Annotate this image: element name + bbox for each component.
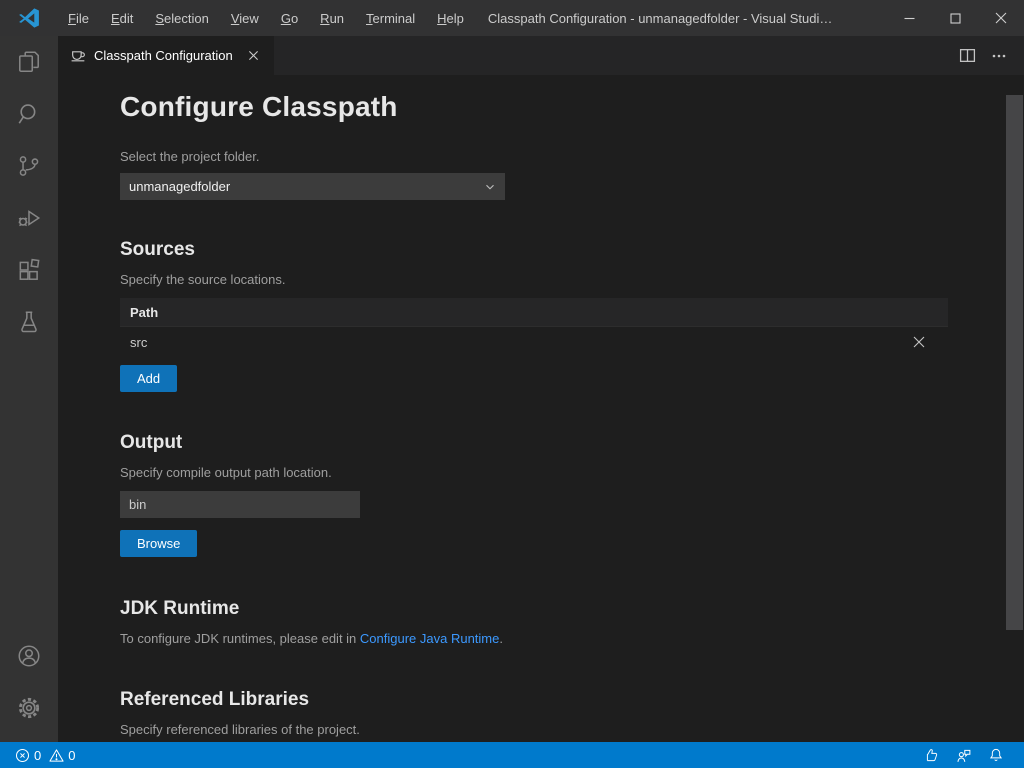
sources-description: Specify the source locations. (120, 272, 990, 287)
jdk-text-after: . (499, 631, 503, 646)
page-title: Configure Classpath (120, 91, 990, 123)
account-icon[interactable] (0, 630, 58, 682)
menu-go[interactable]: Go (271, 7, 308, 30)
menu-selection[interactable]: Selection (145, 7, 218, 30)
errors-count: 0 (34, 748, 41, 763)
jdk-runtime-heading: JDK Runtime (120, 597, 990, 621)
scrollbar-slider[interactable] (1006, 95, 1023, 630)
feedback-thumbsup-icon[interactable] (915, 742, 947, 768)
project-folder-dropdown[interactable]: unmanagedfolder (120, 173, 505, 200)
configure-java-runtime-link[interactable]: Configure Java Runtime (360, 631, 499, 646)
referenced-libraries-description: Specify referenced libraries of the proj… (120, 722, 990, 737)
editor-tab-bar: Classpath Configuration (58, 36, 1024, 75)
menu-edit[interactable]: Edit (101, 7, 143, 30)
title-bar: File Edit Selection View Go Run Terminal… (0, 0, 1024, 36)
window-controls (886, 0, 1024, 36)
split-editor-icon[interactable] (954, 43, 980, 69)
classpath-configuration-webview: Configure Classpath Select the project f… (58, 75, 1024, 742)
output-heading: Output (120, 431, 990, 455)
java-cup-icon (70, 47, 87, 64)
sources-table-header: Path (120, 298, 948, 327)
warnings-icon (49, 748, 64, 763)
vscode-logo-icon (0, 7, 58, 29)
share-feedback-icon[interactable] (947, 742, 980, 768)
tab-label: Classpath Configuration (94, 48, 233, 63)
chevron-down-icon (483, 180, 497, 194)
warnings-count: 0 (68, 748, 75, 763)
search-icon[interactable] (0, 88, 58, 140)
menu-run[interactable]: Run (310, 7, 354, 30)
remove-source-icon[interactable] (908, 331, 930, 353)
vertical-scrollbar[interactable] (1005, 75, 1024, 742)
editor-actions (954, 36, 1024, 75)
problems-indicator[interactable]: 0 0 (12, 742, 78, 768)
menu-terminal[interactable]: Terminal (356, 7, 425, 30)
jdk-text-before: To configure JDK runtimes, please edit i… (120, 631, 360, 646)
source-path-value: src (130, 335, 908, 350)
sources-table: Path src (120, 298, 948, 357)
run-debug-icon[interactable] (0, 192, 58, 244)
menu-view[interactable]: View (221, 7, 269, 30)
menu-file[interactable]: File (58, 7, 99, 30)
project-folder-label: Select the project folder. (120, 149, 990, 164)
more-actions-icon[interactable] (986, 43, 1012, 69)
tab-classpath-configuration[interactable]: Classpath Configuration (58, 36, 274, 75)
extensions-icon[interactable] (0, 244, 58, 296)
output-description: Specify compile output path location. (120, 465, 990, 480)
output-path-input[interactable] (120, 491, 360, 518)
source-control-icon[interactable] (0, 140, 58, 192)
jdk-runtime-text: To configure JDK runtimes, please edit i… (120, 631, 990, 646)
menu-bar: File Edit Selection View Go Run Terminal… (58, 7, 474, 30)
project-folder-selected: unmanagedfolder (129, 179, 483, 194)
close-window-button[interactable] (978, 0, 1024, 36)
maximize-button[interactable] (932, 0, 978, 36)
notifications-bell-icon[interactable] (980, 742, 1012, 768)
vscode-window: File Edit Selection View Go Run Terminal… (0, 0, 1024, 768)
referenced-libraries-heading: Referenced Libraries (120, 688, 990, 712)
status-bar: 0 0 (0, 742, 1024, 768)
menu-help[interactable]: Help (427, 7, 474, 30)
errors-icon (15, 748, 30, 763)
activity-bar (0, 36, 58, 742)
window-title: Classpath Configuration - unmanagedfolde… (488, 11, 886, 26)
browse-output-button[interactable]: Browse (120, 530, 197, 557)
tab-close-icon[interactable] (244, 46, 264, 66)
sources-heading: Sources (120, 238, 990, 262)
path-column-header: Path (130, 305, 158, 320)
source-row[interactable]: src (120, 327, 948, 357)
minimize-button[interactable] (886, 0, 932, 36)
explorer-icon[interactable] (0, 36, 58, 88)
testing-icon[interactable] (0, 296, 58, 348)
add-source-button[interactable]: Add (120, 365, 177, 392)
settings-gear-icon[interactable] (0, 682, 58, 734)
